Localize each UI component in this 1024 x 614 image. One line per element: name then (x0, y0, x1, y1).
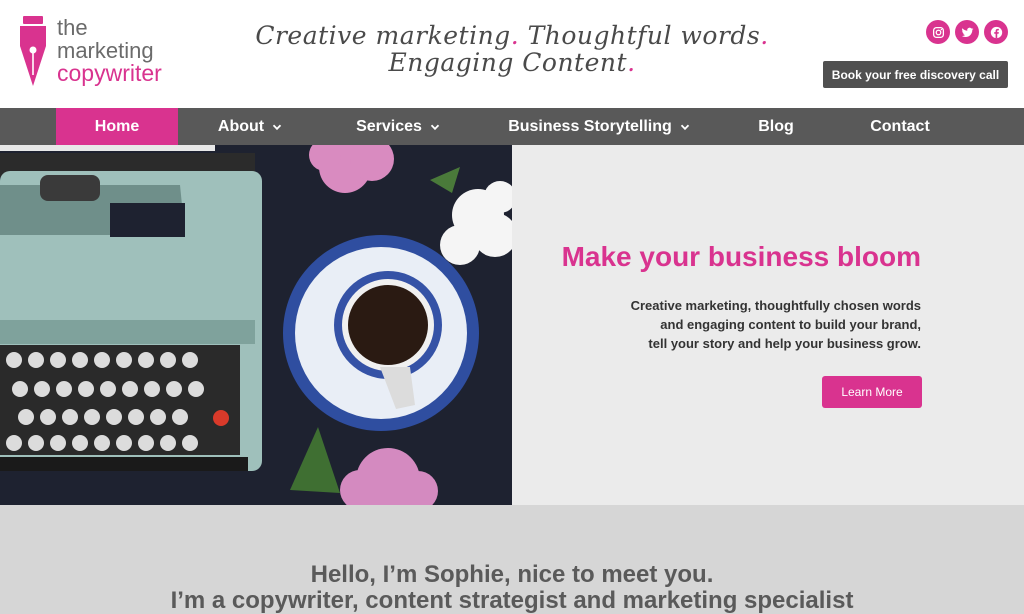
tagline-part-1: Creative marketing (255, 21, 511, 50)
chevron-down-icon (680, 124, 689, 130)
hero-subtitle-line-1: Creative marketing, thoughtfully chosen … (630, 298, 921, 313)
logo-text-copywriter: copywriter (57, 60, 162, 86)
learn-more-button[interactable]: Learn More (822, 376, 922, 408)
logo-text-marketing: marketing (57, 38, 154, 63)
hero-title: Make your business bloom (561, 241, 921, 272)
nav-label-home: Home (94, 117, 140, 135)
site-logo[interactable]: the marketing copywriter (16, 14, 191, 94)
hero-photo-typewriter-coffee (0, 145, 512, 505)
site-header: the marketing copywriter Creative market… (0, 0, 1024, 108)
nav-label-business-storytelling: Business Storytelling (508, 117, 672, 135)
intro-heading-line-1: Hello, I’m Sophie, nice to meet you. (310, 561, 714, 588)
chevron-down-icon (272, 124, 282, 130)
nav-item-contact[interactable]: Contact (856, 108, 944, 145)
social-links (926, 20, 1008, 44)
logo-wordmark: the marketing copywriter (57, 16, 162, 85)
fountain-pen-logo-icon (20, 16, 46, 86)
hero-section: Make your business bloom Creative market… (0, 145, 1024, 505)
tagline-part-2: Thoughtful words (527, 21, 761, 50)
intro-heading-line-2: I’m a copywriter, content strategist and… (170, 587, 854, 614)
nav-label-blog: Blog (758, 117, 794, 135)
facebook-icon[interactable] (984, 20, 1008, 44)
logo-text-the: the (57, 15, 88, 40)
hero-subtitle-line-3: tell your story and help your business g… (648, 336, 921, 351)
nav-label-about: About (217, 117, 265, 135)
nav-label-contact: Contact (870, 117, 930, 135)
nav-item-about[interactable]: About (205, 108, 295, 145)
instagram-icon[interactable] (926, 20, 950, 44)
hero-subtitle: Creative marketing, thoughtfully chosen … (560, 296, 921, 353)
nav-item-business-storytelling[interactable]: Business Storytelling (503, 108, 695, 145)
tagline-part-3: Engaging Content (388, 48, 628, 77)
book-discovery-call-button[interactable]: Book your free discovery call (823, 61, 1008, 88)
intro-section: Hello, I’m Sophie, nice to meet you. I’m… (0, 505, 1024, 614)
header-tagline: Creative marketing. Thoughtful words. En… (255, 21, 769, 77)
chevron-down-icon (430, 124, 440, 130)
nav-item-blog[interactable]: Blog (742, 108, 810, 145)
main-navigation: Home About Services Business Storytellin… (0, 108, 1024, 145)
twitter-icon[interactable] (955, 20, 979, 44)
nav-label-services: Services (356, 117, 422, 135)
hero-subtitle-line-2: and engaging content to build your brand… (660, 317, 921, 332)
nav-item-services[interactable]: Services (346, 108, 450, 145)
nav-item-home[interactable]: Home (56, 108, 178, 145)
